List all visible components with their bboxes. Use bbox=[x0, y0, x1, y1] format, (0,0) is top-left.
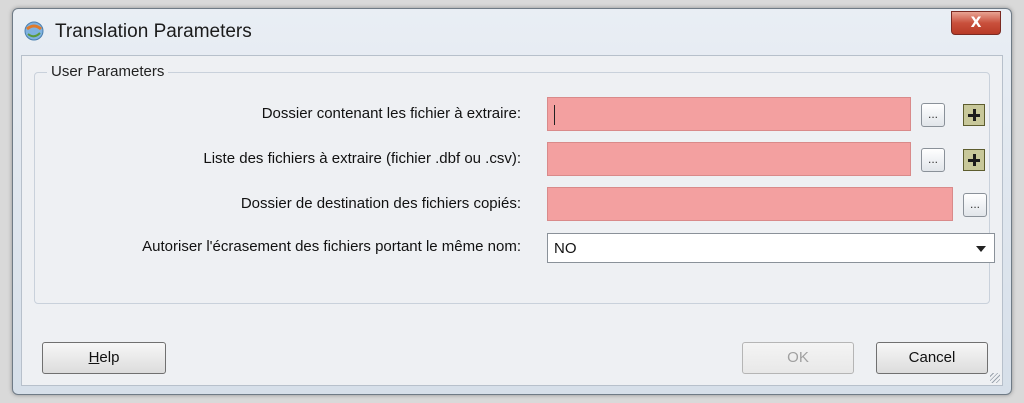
destination-folder-label: Dossier de destination des fichiers copi… bbox=[240, 195, 521, 212]
source-folder-field[interactable] bbox=[547, 97, 911, 131]
overwrite-selected-value: NO bbox=[554, 240, 577, 257]
overwrite-select[interactable]: NO bbox=[547, 233, 995, 263]
resize-grip-icon[interactable] bbox=[990, 373, 1000, 383]
source-folder-label: Dossier contenant les fichier à extraire… bbox=[261, 105, 521, 122]
dialog-body: User Parameters Dossier contenant les fi… bbox=[21, 55, 1003, 386]
close-button[interactable]: X bbox=[951, 11, 1001, 35]
dialog-window: Translation Parameters X User Parameters… bbox=[12, 8, 1012, 395]
overwrite-label: Autoriser l'écrasement des fichiers port… bbox=[142, 238, 521, 255]
source-folder-add-icon[interactable] bbox=[963, 104, 985, 126]
help-button[interactable]: Help bbox=[42, 342, 166, 374]
group-label: User Parameters bbox=[47, 63, 169, 80]
source-folder-browse-button[interactable]: ... bbox=[921, 103, 945, 127]
file-list-add-icon[interactable] bbox=[963, 149, 985, 171]
file-list-label: Liste des fichiers à extraire (fichier .… bbox=[203, 150, 521, 167]
ok-button[interactable]: OK bbox=[742, 342, 854, 374]
file-list-field[interactable] bbox=[547, 142, 911, 176]
destination-folder-browse-button[interactable]: ... bbox=[963, 193, 987, 217]
title-bar[interactable]: Translation Parameters X bbox=[13, 9, 1011, 53]
user-parameters-group: User Parameters Dossier contenant les fi… bbox=[34, 63, 995, 304]
fme-app-icon bbox=[24, 21, 44, 41]
text-cursor bbox=[554, 105, 555, 125]
destination-folder-field[interactable] bbox=[547, 187, 953, 221]
dropdown-arrow-icon bbox=[976, 246, 986, 252]
window-title: Translation Parameters bbox=[55, 21, 252, 42]
cancel-button[interactable]: Cancel bbox=[876, 342, 988, 374]
file-list-browse-button[interactable]: ... bbox=[921, 148, 945, 172]
